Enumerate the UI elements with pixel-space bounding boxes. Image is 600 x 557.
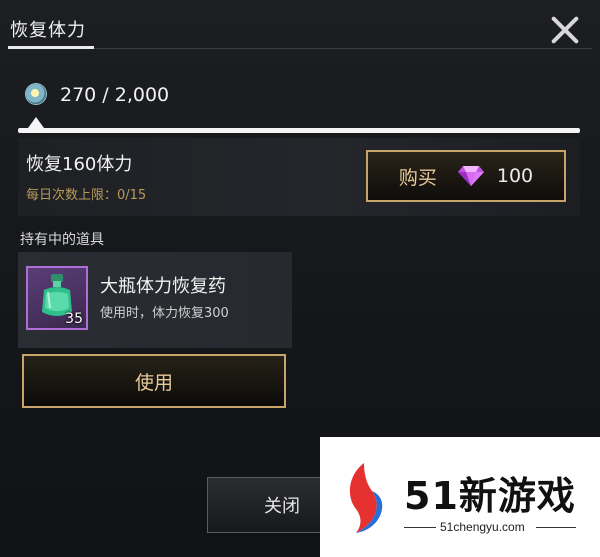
stamina-bar bbox=[18, 128, 580, 133]
tab-underline bbox=[8, 46, 94, 49]
item-card[interactable]: 35 大瓶体力恢复药 使用时，体力恢复300 bbox=[18, 252, 292, 348]
stamina-orb-icon bbox=[26, 84, 46, 104]
buy-button-label: 购买 bbox=[398, 166, 437, 189]
daily-limit-text: 每日次数上限：0/15 bbox=[26, 188, 147, 203]
header-divider bbox=[94, 48, 592, 49]
watermark-overlay: 51新游戏 51chengyu.com bbox=[320, 437, 600, 557]
stamina-value: 270 / 2,000 bbox=[60, 84, 170, 106]
watermark-rule-left bbox=[404, 527, 436, 528]
use-button[interactable]: 使用 bbox=[22, 354, 286, 408]
item-slot: 35 bbox=[26, 266, 88, 330]
close-x-icon[interactable] bbox=[548, 14, 582, 46]
stamina-bar-marker bbox=[28, 117, 44, 128]
use-button-label: 使用 bbox=[134, 371, 173, 394]
watermark-brand: 51新游戏 bbox=[404, 474, 576, 518]
item-description: 使用时，体力恢复300 bbox=[100, 306, 229, 321]
watermark-logo-icon bbox=[349, 463, 383, 533]
watermark-url: 51chengyu.com bbox=[440, 520, 525, 534]
recover-panel: 恢复160体力 每日次数上限：0/15 购买 100 bbox=[18, 138, 580, 216]
recover-stamina-dialog: 恢复体力 270 / 2,000 恢复160体力 每日次数上限：0/15 购买 … bbox=[0, 0, 600, 557]
tab-recover-stamina[interactable]: 恢复体力 bbox=[10, 16, 86, 42]
buy-price: 100 bbox=[496, 165, 534, 187]
recover-title: 恢复160体力 bbox=[26, 154, 133, 175]
held-items-label: 持有中的道具 bbox=[20, 232, 104, 248]
item-count: 35 bbox=[65, 311, 83, 327]
buy-button[interactable]: 购买 100 bbox=[366, 150, 566, 202]
item-name: 大瓶体力恢复药 bbox=[100, 276, 226, 297]
purple-diamond-icon bbox=[457, 166, 484, 186]
close-button-label: 关闭 bbox=[264, 496, 300, 517]
watermark-rule-right bbox=[536, 527, 576, 528]
